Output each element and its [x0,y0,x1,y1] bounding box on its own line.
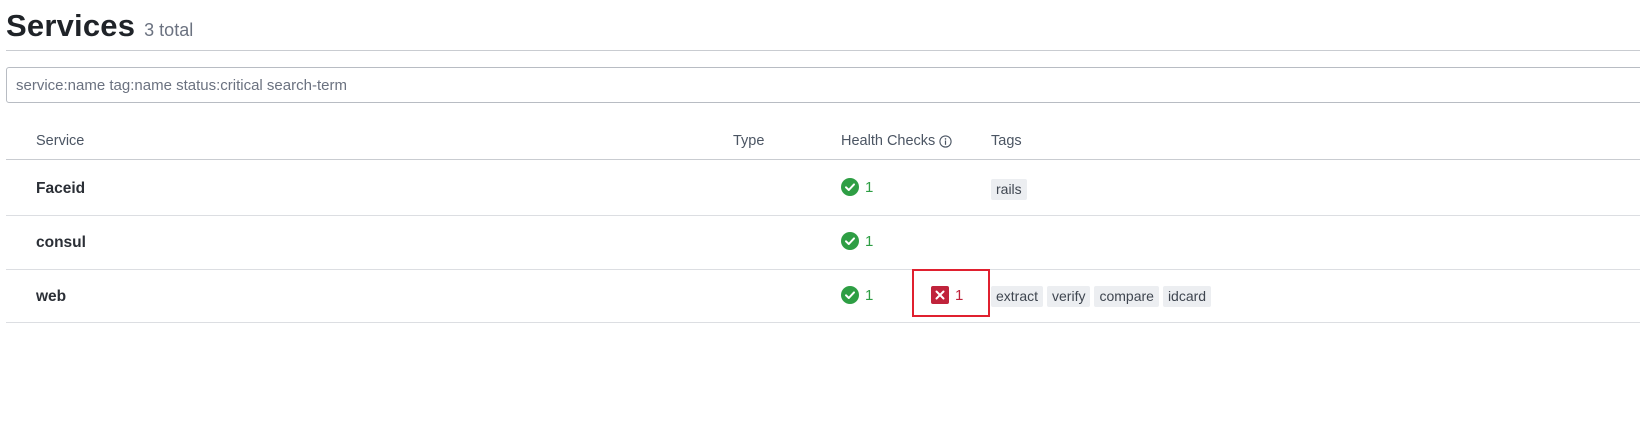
service-name-link[interactable]: web [36,288,66,306]
tag: verify [1047,286,1091,307]
check-circle-icon [841,178,859,196]
passing-count: 1 [865,286,874,304]
row-divider [6,215,1640,216]
health-check-passing[interactable]: 1 [841,232,873,250]
health-check-passing[interactable]: 1 [841,178,873,196]
page-header: Services 3 total [6,8,193,44]
service-name-link[interactable]: Faceid [36,180,85,198]
check-circle-icon [841,286,859,304]
service-name-link[interactable]: consul [36,234,86,252]
column-header-type[interactable]: Type [733,133,764,149]
tag: rails [991,179,1027,200]
header-divider [6,50,1640,51]
column-header-service[interactable]: Service [36,133,84,149]
column-header-tags[interactable]: Tags [991,133,1022,149]
passing-count: 1 [865,232,874,250]
info-circle-icon[interactable] [939,134,952,148]
health-check-passing[interactable]: 1 [841,286,873,304]
column-header-health-checks-label: Health Checks [841,133,936,149]
tag-list: extract verify compare idcard [991,286,1212,307]
page-title: Services [6,8,136,43]
check-circle-icon [841,232,859,250]
tag: extract [991,286,1044,307]
tag-list: rails [991,179,1027,200]
row-divider [6,322,1640,323]
column-header-health-checks[interactable]: Health Checks [841,133,952,149]
critical-check-highlight-box [912,269,990,317]
search-input[interactable] [6,67,1640,103]
services-count: 3 total [144,20,194,40]
row-divider [6,269,1640,270]
tag: idcard [1162,286,1212,307]
passing-count: 1 [865,178,874,196]
table-header-divider [6,159,1640,160]
tag: compare [1094,286,1159,307]
